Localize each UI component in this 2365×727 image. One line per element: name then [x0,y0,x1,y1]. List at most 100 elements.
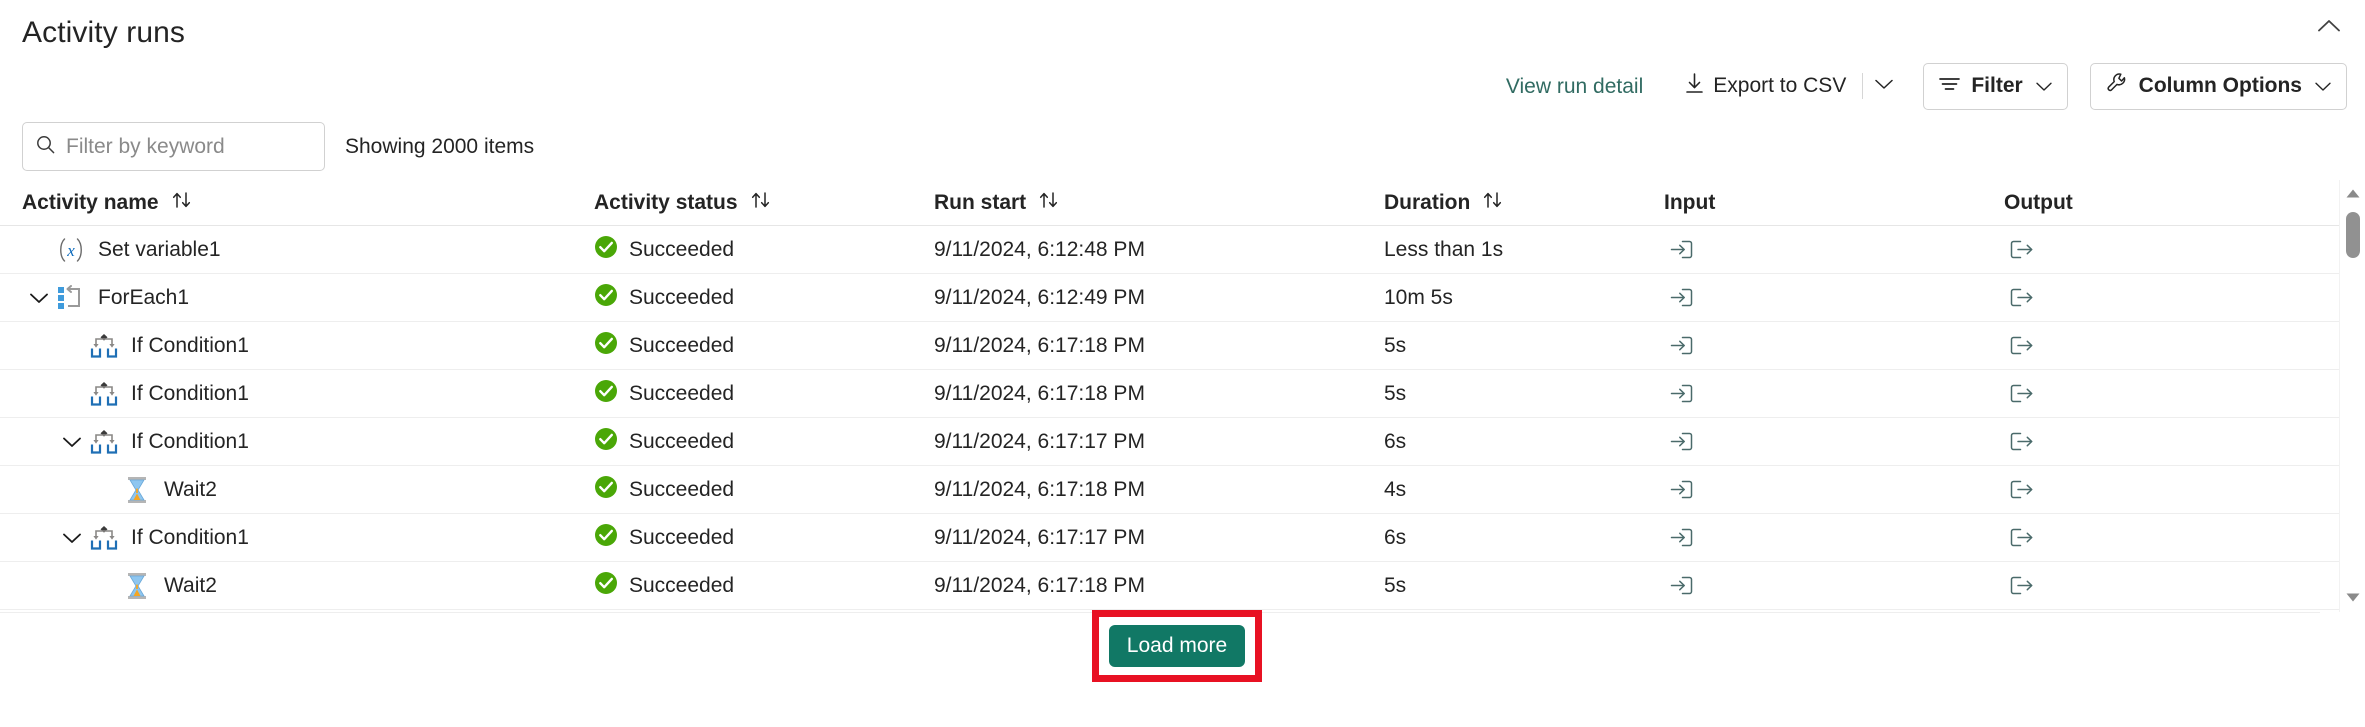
column-header-label: Output [2004,190,2073,214]
cell-run-start: 9/11/2024, 6:17:18 PM [934,381,1145,405]
scroll-up-button[interactable] [2340,180,2365,208]
sort-updown-icon[interactable] [172,191,192,215]
table-vertical-scrollbar[interactable] [2339,180,2365,612]
arrow-into-box-icon[interactable] [1664,233,1698,267]
cell-activity-name: If Condition1 [22,377,594,411]
scrollbar-track[interactable] [2340,208,2365,584]
collapse-panel-button[interactable] [2307,8,2351,48]
arrow-out-of-box-icon[interactable] [2004,569,2038,603]
set-variable-icon: x [56,235,86,265]
status-label: Succeeded [629,381,735,405]
sort-updown-icon[interactable] [1483,191,1503,215]
chevron-down-icon [2035,74,2052,98]
table-row[interactable]: If Condition1 Succeeded 9/11/2024, 6:17:18… [0,370,2365,418]
cell-duration: 6s [1384,429,1407,453]
success-check-icon [594,331,618,361]
table-body: x Set variable1 Succeeded 9/11/2024, 6:12:4… [0,226,2365,610]
arrow-out-of-box-icon[interactable] [2004,377,2038,411]
chevron-up-icon [2318,19,2340,37]
table-row[interactable]: If Condition1 Succeeded 9/11/2024, 6:17:17… [0,514,2365,562]
cell-input [1664,521,2004,555]
cell-run-start: 9/11/2024, 6:17:18 PM [934,333,1145,357]
cell-activity-name: If Condition1 [22,521,594,555]
arrow-out-of-box-icon[interactable] [2004,425,2038,459]
search-icon [36,135,55,159]
column-header-label: Activity name [22,190,159,214]
row-expand-toggle[interactable] [55,521,89,555]
cell-run-start: 9/11/2024, 6:17:18 PM [934,573,1145,597]
cell-run-start: 9/11/2024, 6:12:49 PM [934,285,1145,309]
cell-input [1664,569,2004,603]
table-row[interactable]: If Condition1 Succeeded 9/11/2024, 6:17:18… [0,322,2365,370]
if-condition-icon [89,427,119,457]
table-row[interactable]: If Condition1 Succeeded 9/11/2024, 6:17:17… [0,418,2365,466]
chevron-down-icon [63,526,81,550]
table-row[interactable]: Wait2 Succeeded 9/11/2024, 6:17:18 PM 4s [0,466,2365,514]
cell-input [1664,377,2004,411]
export-to-csv-button[interactable]: Export to CSV [1673,65,1858,108]
row-expand-spacer [88,473,122,507]
arrow-out-of-box-icon[interactable] [2004,473,2038,507]
sort-updown-icon[interactable] [1039,191,1059,215]
cell-output [2004,473,2365,507]
arrow-out-of-box-icon[interactable] [2004,233,2038,267]
column-header-duration[interactable]: Duration [1384,191,1664,215]
chevron-down-icon [63,430,81,454]
cell-activity-name: ForEach1 [22,281,594,315]
arrow-into-box-icon[interactable] [1664,329,1698,363]
chevron-down-icon [1875,77,1894,95]
column-header-activity-status[interactable]: Activity status [594,191,934,215]
if-condition-icon [89,523,119,553]
cell-activity-status: Succeeded [594,331,934,361]
table-row[interactable]: x Set variable1 Succeeded 9/11/2024, 6:12:4… [0,226,2365,274]
arrow-into-box-icon[interactable] [1664,425,1698,459]
cell-input [1664,425,2004,459]
column-options-label: Column Options [2138,74,2302,97]
scroll-down-button[interactable] [2340,584,2365,612]
search-input[interactable] [66,134,311,159]
success-check-icon [594,571,618,601]
success-check-icon [594,475,618,505]
sort-updown-icon[interactable] [751,191,771,215]
view-run-detail-link[interactable]: View run detail [1494,70,1655,103]
if-condition-icon [89,379,119,409]
arrow-out-of-box-icon[interactable] [2004,521,2038,555]
success-check-icon [594,235,618,265]
success-check-icon [594,427,618,457]
chevron-down-icon [2315,74,2331,98]
column-options-button[interactable]: Column Options [2089,62,2347,110]
scroll-down-arrow-icon [2346,589,2360,607]
column-header-activity-name[interactable]: Activity name [22,191,594,215]
column-header-run-start[interactable]: Run start [934,191,1384,215]
arrow-out-of-box-icon[interactable] [2004,329,2038,363]
cell-run-start: 9/11/2024, 6:12:48 PM [934,237,1145,261]
arrow-into-box-icon[interactable] [1664,569,1698,603]
cell-activity-status: Succeeded [594,235,934,265]
cell-duration: 10m 5s [1384,285,1453,309]
arrow-into-box-icon[interactable] [1664,281,1698,315]
cell-activity-status: Succeeded [594,427,934,457]
arrow-into-box-icon[interactable] [1664,521,1698,555]
status-label: Succeeded [629,237,735,261]
table-row[interactable]: Wait2 Succeeded 9/11/2024, 6:17:18 PM 5s [0,562,2365,610]
export-to-csv-menu-button[interactable] [1867,68,1901,104]
arrow-out-of-box-icon[interactable] [2004,281,2038,315]
arrow-into-box-icon[interactable] [1664,473,1698,507]
table-row[interactable]: ForEach1 Succeeded 9/11/2024, 6:12:49 PM 10… [0,274,2365,322]
status-label: Succeeded [629,429,735,453]
activity-name-label: If Condition1 [131,525,249,549]
cell-input [1664,281,2004,315]
cell-duration: 5s [1384,381,1407,405]
arrow-into-box-icon[interactable] [1664,377,1698,411]
search-box[interactable] [22,122,325,171]
activity-runs-panel: Activity runs View run detail Export to … [0,0,2365,727]
cell-activity-name: Wait2 [22,569,594,603]
activity-runs-table: Activity name Activity status Run start … [0,180,2365,610]
load-more-button[interactable]: Load more [1108,625,1246,667]
row-expand-spacer [88,569,122,603]
scrollbar-thumb[interactable] [2345,212,2360,258]
cell-duration: 6s [1384,525,1407,549]
row-expand-toggle[interactable] [55,425,89,459]
filter-button[interactable]: Filter [1923,62,2068,110]
row-expand-toggle[interactable] [22,281,56,315]
